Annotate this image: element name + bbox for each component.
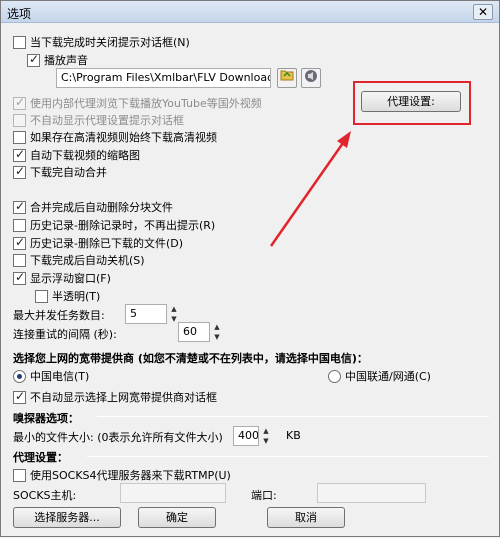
ok-button[interactable]: 确定: [138, 507, 216, 528]
isp-heading: 选择您上网的宽带提供商 (如您不清楚或不在列表中，请选择中国电信)：: [13, 352, 368, 365]
isp-unicom-radio[interactable]: [328, 369, 341, 383]
divider: [87, 456, 489, 457]
isp-no-prompt-option[interactable]: 不自动显示选择上网宽带提供商对话框: [13, 389, 217, 405]
annotation-arrow: [269, 131, 351, 247]
min-size-label: 最小的文件大小: (0表示允许所有文件大小): [13, 431, 223, 444]
socks-port-label: 端口:: [251, 489, 277, 502]
isp-telecom-label: 中国电信(T): [30, 370, 90, 383]
socks4-option[interactable]: 使用SOCKS4代理服务器来下载RTMP(U): [13, 467, 231, 483]
socks-port-input[interactable]: [317, 483, 426, 503]
isp-no-prompt-label: 不自动显示选择上网宽带提供商对话框: [30, 391, 217, 404]
isp-telecom-radio[interactable]: [13, 369, 26, 383]
isp-telecom-option[interactable]: 中国电信(T): [13, 368, 89, 384]
min-size-input[interactable]: 400: [233, 426, 259, 446]
isp-no-prompt-checkbox[interactable]: [13, 389, 26, 404]
stepper-up-icon[interactable]: ▲: [260, 426, 272, 436]
socks-host-label: SOCKS主机:: [13, 489, 77, 502]
socks4-label: 使用SOCKS4代理服务器来下载RTMP(U): [30, 469, 231, 482]
min-size-unit: KB: [286, 429, 301, 442]
stepper-down-icon[interactable]: ▼: [260, 436, 272, 446]
options-dialog: 选项 ✕ 当下载完成时关闭提示对话框(N) 播放声音 C:\Program Fi…: [0, 0, 500, 537]
socks4-checkbox[interactable]: [13, 468, 26, 482]
select-server-button[interactable]: 选择服务器...: [13, 507, 121, 528]
cancel-button[interactable]: 取消: [267, 507, 345, 528]
isp-unicom-label: 中国联通/网通(C): [345, 370, 431, 383]
min-size-stepper[interactable]: ▲ ▼: [260, 426, 272, 446]
socks-host-input[interactable]: [120, 483, 226, 503]
sniffer-heading: 嗅探器选项：: [13, 412, 79, 425]
proxy-heading: 代理设置：: [13, 451, 68, 464]
isp-unicom-option[interactable]: 中国联通/网通(C): [328, 368, 431, 384]
divider: [97, 416, 489, 417]
